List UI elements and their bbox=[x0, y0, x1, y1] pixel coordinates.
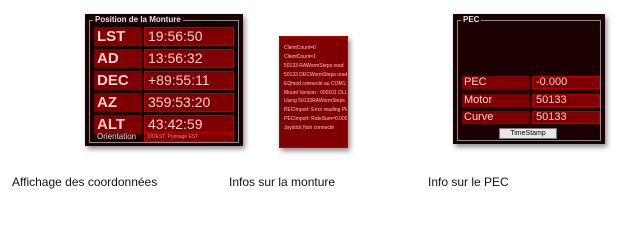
dec-value: +89:55:11 bbox=[144, 71, 234, 90]
motor-value: 50133 bbox=[532, 94, 600, 107]
pec-panel: PEC PEC -0.000 Motor 50133 Curve 50133 T… bbox=[453, 14, 605, 144]
mount-info-log: ClientCount=0 ClientCount=1 50133 RAWorm… bbox=[284, 44, 348, 133]
log-line: EQmod connecté au COM1: 4800 bbox=[284, 80, 347, 87]
caption-mount: Infos sur la monture bbox=[229, 175, 336, 189]
ad-row: AD 13:56:32 bbox=[94, 49, 236, 68]
log-line: 50133 RAWormSteps read bbox=[284, 62, 344, 69]
orientation-value: OUEST, Pointage EST bbox=[144, 132, 234, 142]
ad-value: 13:56:32 bbox=[144, 49, 234, 68]
lst-row: LST 19:56:50 bbox=[94, 27, 236, 46]
timestamp-button[interactable]: TimeStamp bbox=[499, 128, 557, 139]
pec-label: PEC bbox=[462, 76, 529, 89]
log-line: Using 50133RAWormSteps bbox=[284, 98, 345, 105]
log-line: ClientCount=1 bbox=[284, 53, 316, 60]
az-label: AZ bbox=[94, 93, 141, 112]
caption-coords: Affichage des coordonnées bbox=[12, 175, 158, 189]
mount-position-title: Position de la Monture bbox=[93, 15, 183, 24]
ad-label: AD bbox=[94, 49, 141, 68]
az-value: 359:53:20 bbox=[144, 93, 234, 112]
motor-label: Motor bbox=[462, 94, 529, 107]
dec-row: DEC +89:55:11 bbox=[94, 71, 236, 90]
orientation-row: Orientation OUEST, Pointage EST bbox=[94, 132, 236, 142]
curve-label: Curve bbox=[462, 111, 529, 124]
log-line: 50133 DECWormSteps read bbox=[284, 71, 348, 78]
log-line: PECImport: Error reading PEC file bbox=[284, 107, 347, 114]
log-line: Mount Version : 000101 DLL Version: 0002… bbox=[284, 89, 348, 96]
motor-row: Motor 50133 bbox=[462, 94, 602, 107]
lst-value: 19:56:50 bbox=[144, 27, 234, 46]
log-line: Joystick Non connecté bbox=[284, 125, 335, 132]
pec-row: PEC -0.000 bbox=[462, 76, 602, 89]
mount-position-panel: Position de la Monture LST 19:56:50 AD 1… bbox=[85, 14, 243, 146]
log-line: PECImport: RateSum=0.0057 bbox=[284, 116, 348, 123]
caption-pec: Info sur le PEC bbox=[428, 175, 509, 189]
dec-label: DEC bbox=[94, 71, 141, 90]
log-line: ClientCount=0 bbox=[284, 45, 316, 51]
orientation-label: Orientation bbox=[97, 132, 137, 141]
curve-row: Curve 50133 bbox=[462, 111, 602, 124]
pec-value: -0.000 bbox=[532, 76, 600, 89]
curve-value: 50133 bbox=[532, 111, 600, 124]
lst-label: LST bbox=[94, 27, 141, 46]
az-row: AZ 359:53:20 bbox=[94, 93, 236, 112]
mount-info-log-panel[interactable]: ClientCount=0 ClientCount=1 50133 RAWorm… bbox=[279, 36, 348, 148]
pec-title: PEC bbox=[461, 15, 482, 24]
